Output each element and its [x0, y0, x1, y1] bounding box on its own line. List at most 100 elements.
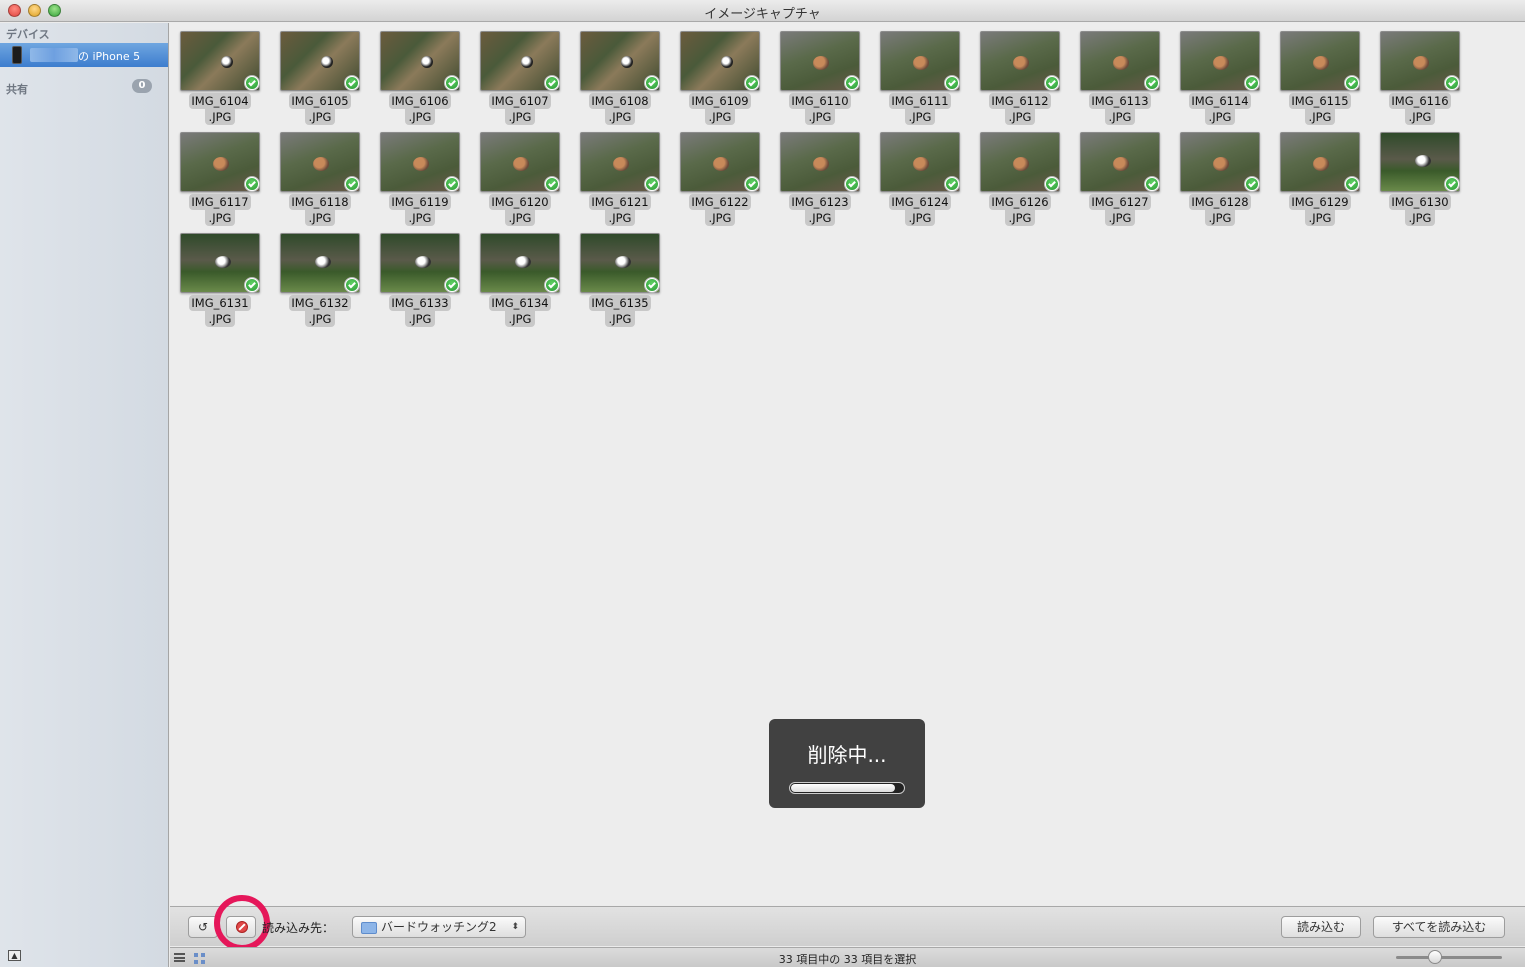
checkmark-icon [544, 277, 560, 293]
photo-filename: IMG_6122 [689, 194, 751, 210]
photo-item[interactable]: IMG_6124 .JPG [878, 130, 962, 228]
photo-extension: .JPG [1304, 210, 1336, 226]
checkmark-icon [644, 176, 660, 192]
photo-filename: IMG_6113 [1089, 93, 1151, 109]
bird-image [1313, 56, 1329, 70]
photo-extension: .JPG [304, 109, 336, 125]
photo-extension: .JPG [1304, 109, 1336, 125]
checkmark-icon [344, 277, 360, 293]
status-bar: 33 項目中の 33 項目を選択 [170, 947, 1525, 967]
photo-item[interactable]: IMG_6135 .JPG [578, 231, 662, 329]
photo-extension: .JPG [1004, 109, 1036, 125]
photo-item[interactable]: IMG_6133 .JPG [378, 231, 462, 329]
bird-image [413, 157, 429, 171]
bird-image [721, 56, 733, 68]
checkmark-icon [444, 277, 460, 293]
photo-item[interactable]: IMG_6116 .JPG [1378, 29, 1462, 127]
photo-filename: IMG_6131 [189, 295, 251, 311]
destination-value: バードウォッチング2 [381, 920, 497, 934]
photo-filename: IMG_6110 [789, 93, 851, 109]
photo-item[interactable]: IMG_6134 .JPG [478, 231, 562, 329]
photo-caption: IMG_6131 .JPG [178, 295, 262, 327]
photo-caption: IMG_6129 .JPG [1278, 194, 1362, 226]
photo-caption: IMG_6124 .JPG [878, 194, 962, 226]
photo-item[interactable]: IMG_6129 .JPG [1278, 130, 1362, 228]
photo-item[interactable]: IMG_6115 .JPG [1278, 29, 1362, 127]
photo-item[interactable]: IMG_6128 .JPG [1178, 130, 1262, 228]
photo-item[interactable]: IMG_6111 .JPG [878, 29, 962, 127]
photo-caption: IMG_6132 .JPG [278, 295, 362, 327]
photo-item[interactable]: IMG_6112 .JPG [978, 29, 1062, 127]
sidebar-item-iphone[interactable]: の iPhone 5 [0, 43, 168, 67]
photo-item[interactable]: IMG_6114 .JPG [1178, 29, 1262, 127]
photo-extension: .JPG [1404, 109, 1436, 125]
photo-caption: IMG_6130 .JPG [1378, 194, 1462, 226]
photo-extension: .JPG [704, 210, 736, 226]
photo-caption: IMG_6107 .JPG [478, 93, 562, 125]
thumbnail-size-slider[interactable] [1396, 956, 1502, 959]
bird-image [621, 56, 633, 68]
photo-item[interactable]: IMG_6118 .JPG [278, 130, 362, 228]
photo-item[interactable]: IMG_6113 .JPG [1078, 29, 1162, 127]
rotate-icon: ↺ [197, 920, 209, 934]
photo-item[interactable]: IMG_6108 .JPG [578, 29, 662, 127]
thumbnail-size-slider-knob[interactable] [1428, 950, 1442, 964]
import-all-button[interactable]: すべてを読み込む [1373, 916, 1505, 938]
bird-image [1213, 56, 1229, 70]
import-button[interactable]: 読み込む [1281, 916, 1361, 938]
photo-item[interactable]: IMG_6110 .JPG [778, 29, 862, 127]
photo-caption: IMG_6117 .JPG [178, 194, 262, 226]
photo-item[interactable]: IMG_6132 .JPG [278, 231, 362, 329]
bird-image [913, 56, 929, 70]
checkmark-icon [1144, 176, 1160, 192]
photo-filename: IMG_6126 [989, 194, 1051, 210]
photo-item[interactable]: IMG_6105 .JPG [278, 29, 362, 127]
image-capture-window: イメージキャプチャ デバイス の iPhone 5 共有 0 ▲ IMG_610… [0, 0, 1525, 967]
bird-image [813, 56, 829, 70]
photo-item[interactable]: IMG_6121 .JPG [578, 130, 662, 228]
photo-item[interactable]: IMG_6127 .JPG [1078, 130, 1162, 228]
photo-item[interactable]: IMG_6104 .JPG [178, 29, 262, 127]
checkmark-icon [1244, 176, 1260, 192]
photo-caption: IMG_6119 .JPG [378, 194, 462, 226]
photo-item[interactable]: IMG_6106 .JPG [378, 29, 462, 127]
bird-image [1013, 157, 1029, 171]
device-label: の iPhone 5 [78, 50, 141, 63]
title-bar: イメージキャプチャ [0, 0, 1525, 22]
bird-image [1013, 56, 1029, 70]
photo-caption: IMG_6111 .JPG [878, 93, 962, 125]
photo-filename: IMG_6114 [1189, 93, 1251, 109]
photo-item[interactable]: IMG_6107 .JPG [478, 29, 562, 127]
photo-item[interactable]: IMG_6131 .JPG [178, 231, 262, 329]
selection-status: 33 項目中の 33 項目を選択 [778, 953, 917, 966]
destination-select[interactable]: バードウォッチング2 ⬍ [352, 916, 526, 938]
photo-extension: .JPG [604, 109, 636, 125]
bird-image [613, 157, 629, 171]
photo-extension: .JPG [1104, 109, 1136, 125]
bird-image [1113, 56, 1129, 70]
checkmark-icon [1444, 176, 1460, 192]
photo-item[interactable]: IMG_6109 .JPG [678, 29, 762, 127]
bird-image [315, 256, 331, 268]
photo-item[interactable]: IMG_6120 .JPG [478, 130, 562, 228]
photo-item[interactable]: IMG_6123 .JPG [778, 130, 862, 228]
photo-item[interactable]: IMG_6130 .JPG [1378, 130, 1462, 228]
sidebar-toggle-icon[interactable]: ▲ [8, 950, 21, 961]
photo-extension: .JPG [1204, 210, 1236, 226]
photo-extension: .JPG [504, 210, 536, 226]
photo-caption: IMG_6114 .JPG [1178, 93, 1262, 125]
checkmark-icon [1244, 75, 1260, 91]
bird-image [513, 157, 529, 171]
photo-extension: .JPG [204, 109, 236, 125]
bird-image [515, 256, 531, 268]
photo-filename: IMG_6106 [389, 93, 451, 109]
photo-item[interactable]: IMG_6119 .JPG [378, 130, 462, 228]
photo-filename: IMG_6119 [389, 194, 451, 210]
checkmark-icon [444, 176, 460, 192]
photo-item[interactable]: IMG_6117 .JPG [178, 130, 262, 228]
photo-extension: .JPG [204, 210, 236, 226]
photo-item[interactable]: IMG_6122 .JPG [678, 130, 762, 228]
bird-image [913, 157, 929, 171]
photo-item[interactable]: IMG_6126 .JPG [978, 130, 1062, 228]
photo-caption: IMG_6127 .JPG [1078, 194, 1162, 226]
